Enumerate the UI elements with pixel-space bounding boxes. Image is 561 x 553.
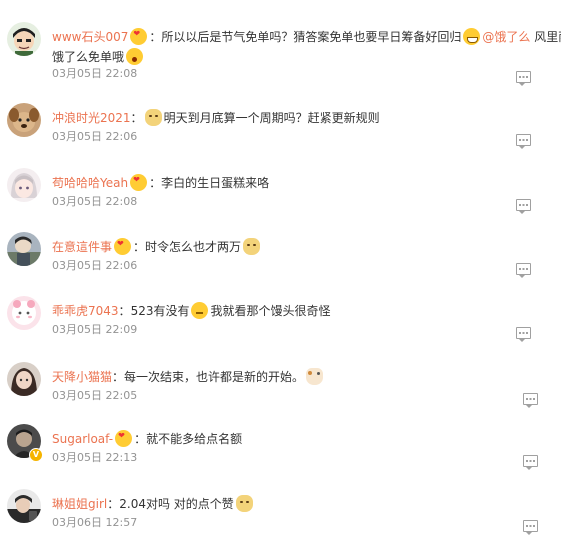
avatar[interactable]: [7, 362, 41, 396]
comment-text-continued: 风里雨: [534, 30, 561, 44]
avatar[interactable]: [7, 168, 41, 202]
comment-text: 就不能多给点名额: [146, 432, 243, 446]
comment-reply-icon[interactable]: [516, 199, 531, 214]
username-link[interactable]: 琳姐姐girl: [52, 497, 107, 511]
comment-text: 所以以后是节气免单吗？猜答案免单也要早日筹备好回归: [161, 30, 462, 44]
comment-text: 饿了么免单哦: [52, 50, 125, 64]
comment-text: 时令怎么也才两万: [145, 240, 242, 254]
username-link[interactable]: www石头007: [52, 30, 128, 44]
colon: ：: [134, 432, 147, 446]
avatar-pink-cartoon-image: [7, 296, 41, 330]
comment-item: V Sugarloaf- ：就不能多给点名额 03月05日 22:13: [0, 424, 561, 488]
comment-item: 冲浪时光2021： 明天到月底算一个周期吗？赶紧更新规则 03月05日 22:06: [0, 103, 561, 167]
comment-reply-icon[interactable]: [523, 393, 538, 408]
timestamp: 03月05日 22:09: [52, 323, 138, 336]
heart-emoji-icon: [114, 238, 132, 255]
username-link[interactable]: 乖乖虎7043: [52, 304, 119, 318]
surprised-emoji-icon: [126, 48, 144, 65]
avatar-dog-photo-image: [7, 103, 41, 137]
timestamp: 03月05日 22:13: [52, 451, 138, 464]
timestamp: 03月05日 22:06: [52, 259, 138, 272]
comment-reply-icon[interactable]: [523, 520, 538, 535]
timestamp: 03月05日 22:05: [52, 389, 138, 402]
verified-badge-icon: V: [29, 448, 43, 462]
username-link[interactable]: 冲浪时光2021: [52, 111, 131, 125]
comment-item: 在意這件事 ：时令怎么也才两万 03月05日 22:06: [0, 232, 561, 296]
avatar-girl-photo-image: [7, 362, 41, 396]
avatar-cartoon-man-image: [7, 22, 41, 56]
comment-reply-icon[interactable]: [516, 134, 531, 149]
comment-line: 苟哈哈哈Yeah ：李白的生日蛋糕来咯: [52, 174, 555, 192]
colon: ：: [112, 370, 125, 384]
avatar-photo-image: [7, 232, 41, 266]
comment-reply-icon[interactable]: [516, 263, 531, 278]
grin-emoji-icon: [463, 28, 481, 45]
comment-line: 在意這件事 ：时令怎么也才两万: [52, 238, 555, 256]
avatar-selfie-image: [7, 489, 41, 523]
comment-reply-icon[interactable]: [516, 327, 531, 342]
colon: ：: [130, 111, 143, 125]
comment-line: 乖乖虎7043：523有没有 我就看那个馒头很奇怪: [52, 302, 555, 320]
username-link[interactable]: 苟哈哈哈Yeah: [52, 176, 128, 190]
comment-item: www石头007 ：所以以后是节气免单吗？猜答案免单也要早日筹备好回归 @饿了么 风…: [0, 22, 561, 86]
avatar[interactable]: [7, 22, 41, 56]
thinking-emoji-icon: [191, 302, 209, 319]
comment-text: 明天到月底算一个周期吗？赶紧更新规则: [163, 111, 380, 125]
cat-emoji-icon: [306, 368, 324, 385]
comment-text: 每一次结束，也许都是新的开始。: [124, 370, 305, 384]
mention-link[interactable]: @饿了么: [482, 30, 530, 44]
colon: ：: [133, 240, 146, 254]
colon: ：: [107, 497, 120, 511]
dog-emoji-icon: [144, 109, 162, 126]
username-link[interactable]: 天降小猫猫: [52, 370, 112, 384]
heart-emoji-icon: [115, 430, 133, 447]
timestamp: 03月05日 22:08: [52, 67, 138, 80]
avatar[interactable]: [7, 103, 41, 137]
dog-emoji-icon: [235, 495, 253, 512]
comment-text: 523有没有: [130, 304, 190, 318]
comment-reply-icon[interactable]: [516, 71, 531, 86]
comment-text-line2: 饿了么免单哦: [52, 48, 145, 66]
heart-emoji-icon: [130, 174, 148, 191]
avatar[interactable]: [7, 489, 41, 523]
timestamp: 03月05日 22:08: [52, 195, 138, 208]
colon: ：: [149, 30, 162, 44]
comment-text: 2.04对吗 对的点个赞: [119, 497, 234, 511]
comment-line: 琳姐姐girl：2.04对吗 对的点个赞: [52, 495, 555, 513]
avatar-anime-girl-image: [7, 168, 41, 202]
comment-item: 苟哈哈哈Yeah ：李白的生日蛋糕来咯 03月05日 22:08: [0, 168, 561, 232]
comment-line: Sugarloaf- ：就不能多给点名额: [52, 430, 555, 448]
avatar[interactable]: [7, 296, 41, 330]
timestamp: 03月06日 12:57: [52, 516, 138, 529]
comment-item: 琳姐姐girl：2.04对吗 对的点个赞 03月06日 12:57: [0, 489, 561, 553]
comment-line: 天降小猫猫：每一次结束，也许都是新的开始。: [52, 368, 555, 386]
comment-line: 冲浪时光2021： 明天到月底算一个周期吗？赶紧更新规则: [52, 109, 555, 127]
comment-reply-icon[interactable]: [523, 455, 538, 470]
comment-item: 天降小猫猫：每一次结束，也许都是新的开始。 03月05日 22:05: [0, 362, 561, 426]
username-link[interactable]: 在意這件事: [52, 240, 112, 254]
heart-emoji-icon: [130, 28, 148, 45]
timestamp: 03月05日 22:06: [52, 130, 138, 143]
avatar[interactable]: [7, 232, 41, 266]
comment-item: 乖乖虎7043：523有没有 我就看那个馒头很奇怪 03月05日 22:09: [0, 296, 561, 360]
dog-emoji-icon: [243, 238, 261, 255]
comment-text: 李白的生日蛋糕来咯: [161, 176, 270, 190]
comment-line: www石头007 ：所以以后是节气免单吗？猜答案免单也要早日筹备好回归 @饿了么 风…: [52, 28, 561, 46]
comment-text-continued: 我就看那个馒头很奇怪: [210, 304, 331, 318]
colon: ：: [118, 304, 131, 318]
username-link[interactable]: Sugarloaf-: [52, 432, 113, 446]
colon: ：: [149, 176, 162, 190]
